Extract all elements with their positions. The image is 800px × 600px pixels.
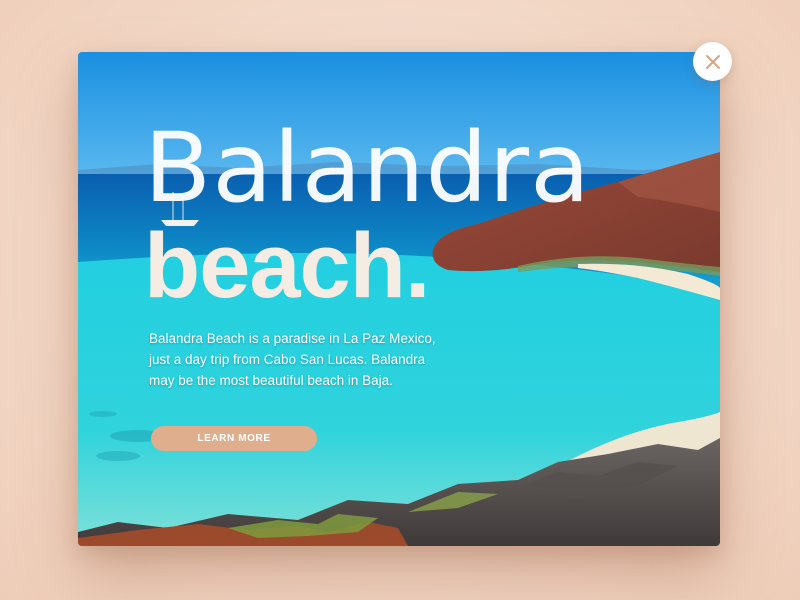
title-line-2: beach. <box>144 215 430 317</box>
promo-modal: Balandra beach. Balandra Beach is a para… <box>78 52 720 546</box>
hero-description: Balandra Beach is a paradise in La Paz M… <box>149 331 436 388</box>
close-button[interactable] <box>693 42 732 81</box>
learn-more-button[interactable]: LEARN MORE <box>151 426 317 451</box>
title-line-1: Balandra <box>144 112 592 224</box>
close-icon <box>705 54 720 69</box>
